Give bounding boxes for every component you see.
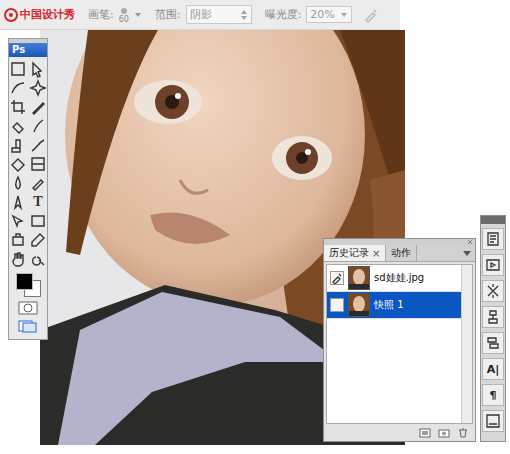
dock-button[interactable] [482, 280, 504, 302]
tool-icon[interactable] [9, 250, 27, 268]
dock-button[interactable]: A| [482, 358, 504, 380]
dock-panel-icon [484, 412, 502, 430]
exposure-label: 曝光度: [265, 7, 302, 22]
tool-icon[interactable] [9, 212, 27, 230]
panel-tab[interactable]: 历史记录× [324, 245, 386, 261]
panel-tabs: 历史记录×动作 [324, 245, 475, 262]
dock-button[interactable] [482, 228, 504, 250]
history-panel: 历史记录×动作 sd娃娃.jpg快照 1 [323, 238, 476, 442]
snapshot-thumbnail-icon [348, 293, 370, 317]
new-snapshot-icon[interactable] [438, 428, 450, 438]
tool-icon[interactable] [29, 60, 47, 78]
range-select[interactable]: 阴影 [186, 5, 252, 24]
text-tool-button[interactable]: T [29, 193, 47, 211]
tool-icon[interactable] [9, 98, 27, 116]
dock-panel-icon [484, 230, 502, 248]
photoshop-screen: 中国设计秀画笔: 60 范围: 阴影曝光度: 20% Ps T 历史记录×动作 sd娃娃.jpg… [0, 0, 510, 454]
history-brush-icon [331, 272, 343, 284]
tool-grid: T [9, 57, 47, 271]
dock-button[interactable]: ¶ [482, 384, 504, 406]
dock-panel-icon [484, 256, 502, 274]
airbrush-icon[interactable] [363, 7, 379, 23]
tool-icon[interactable] [9, 231, 27, 249]
dropdown-arrow-icon [340, 11, 348, 19]
range-label: 范围: [155, 7, 181, 22]
history-state-row[interactable]: 快照 1 [327, 292, 461, 319]
exposure-field[interactable]: 20% [306, 6, 352, 23]
dock-button[interactable] [482, 254, 504, 276]
dock-grip[interactable] [481, 216, 505, 224]
tool-icon[interactable] [29, 231, 47, 249]
dock-panel-icon [484, 282, 502, 300]
brush-dot-icon [119, 6, 129, 16]
tool-icon[interactable] [9, 136, 27, 154]
dock-panel-icon [484, 334, 502, 352]
tool-icon[interactable] [9, 193, 27, 211]
panel-menu-icon[interactable] [462, 250, 472, 258]
panel-tab[interactable]: 动作 [386, 245, 417, 261]
tool-icon[interactable] [29, 212, 47, 230]
color-swatches[interactable] [15, 273, 41, 297]
history-source-box[interactable] [330, 271, 344, 285]
panel-footer [324, 426, 475, 441]
history-state-row[interactable]: sd娃娃.jpg [327, 265, 461, 292]
tool-icon[interactable] [9, 60, 27, 78]
tab-close-button[interactable]: × [372, 248, 380, 259]
tool-icon[interactable] [9, 79, 27, 97]
tool-icon[interactable] [29, 79, 47, 97]
dropdown-arrow-icon[interactable] [134, 11, 142, 19]
options-bar: 中国设计秀画笔: 60 范围: 阴影曝光度: 20% [0, 0, 400, 30]
stepper-arrow-icon [240, 9, 248, 21]
tool-icon[interactable] [9, 174, 27, 192]
dock-panel-icon [484, 308, 502, 326]
new-document-icon[interactable] [419, 428, 431, 438]
brush-picker[interactable]: 60 [119, 6, 129, 24]
dock-button[interactable] [482, 306, 504, 328]
trash-icon[interactable] [457, 428, 469, 438]
panel-dock: A| ¶ [480, 215, 506, 442]
history-list: sd娃娃.jpg快照 1 [326, 264, 473, 424]
tool-icon[interactable] [29, 174, 47, 192]
foreground-color-swatch[interactable] [16, 273, 33, 290]
tool-icon[interactable] [29, 250, 47, 268]
screen-mode-icon[interactable] [18, 319, 38, 333]
tool-icon[interactable] [9, 155, 27, 173]
tool-icon[interactable] [29, 98, 47, 116]
tool-icon[interactable] [29, 117, 47, 135]
scrollbar[interactable] [461, 265, 472, 423]
logo-swirl-icon [4, 8, 18, 22]
toolbox-title: Ps [9, 43, 47, 57]
dock-button[interactable] [482, 332, 504, 354]
site-logo: 中国设计秀 [4, 7, 75, 22]
tool-icon[interactable] [9, 117, 27, 135]
toolbox-panel: Ps T [8, 38, 48, 340]
brush-label: 画笔: [88, 7, 114, 22]
history-source-box[interactable] [330, 298, 344, 312]
quick-mask-icon[interactable] [18, 301, 38, 315]
dock-button[interactable] [482, 410, 504, 432]
tool-icon[interactable] [29, 155, 47, 173]
tool-icon[interactable] [29, 136, 47, 154]
snapshot-thumbnail-icon [348, 266, 370, 290]
